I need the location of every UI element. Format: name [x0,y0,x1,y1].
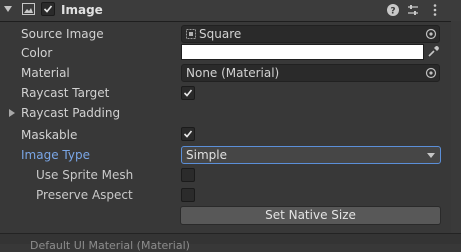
source-image-label: Source Image [21,27,104,41]
image-component-icon [22,3,35,15]
preserve-aspect-label: Preserve Aspect [36,188,133,202]
sprite-icon [186,29,196,39]
component-enabled-checkbox[interactable] [41,2,55,16]
preserve-aspect-checkbox[interactable] [181,188,195,202]
maskable-label: Maskable [21,128,78,142]
footer-material-text: Default UI Material (Material) [30,239,190,252]
object-picker-icon[interactable] [425,67,437,79]
scrollbar[interactable] [451,21,461,233]
material-value: None (Material) [186,66,280,80]
dropdown-arrow-icon [427,153,435,158]
use-sprite-mesh-checkbox[interactable] [181,168,195,182]
raycast-padding-foldout[interactable]: Raycast Padding [21,104,120,122]
svg-text:?: ? [390,7,395,17]
color-swatch[interactable] [181,44,424,60]
material-label: Material [21,66,70,80]
checkmark-icon [183,130,193,138]
source-image-value: Square [199,27,242,41]
image-type-label: Image Type [21,148,90,162]
foldout-arrow-icon[interactable] [9,109,15,117]
object-picker-icon[interactable] [425,28,437,40]
material-footer: Default UI Material (Material) [0,233,461,252]
help-icon[interactable]: ? [386,3,400,17]
component-header: Image ? [0,0,461,22]
color-label: Color [21,46,53,60]
material-field[interactable]: None (Material) [181,64,440,82]
component-title: Image [61,3,103,17]
set-native-size-button[interactable]: Set Native Size [180,206,441,225]
eyedropper-icon[interactable] [427,45,440,58]
raycast-target-checkbox[interactable] [181,86,195,100]
more-icon[interactable] [428,3,442,17]
collapse-arrow-icon[interactable] [4,6,12,12]
source-image-field[interactable]: Square [181,25,440,43]
checkmark-icon [183,89,193,97]
image-type-dropdown[interactable]: Simple [181,146,441,164]
use-sprite-mesh-label: Use Sprite Mesh [36,168,134,182]
image-type-value: Simple [186,148,227,162]
presets-icon[interactable] [406,3,420,17]
raycast-target-label: Raycast Target [21,86,110,100]
maskable-checkbox[interactable] [181,127,195,141]
